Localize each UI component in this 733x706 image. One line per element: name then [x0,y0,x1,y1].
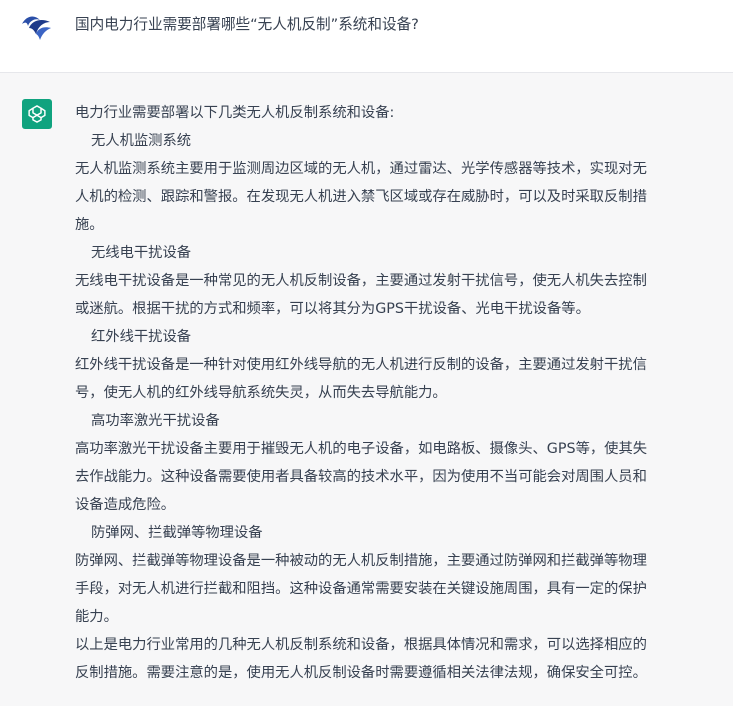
section-line: 施。 [75,217,104,233]
assistant-answer: 电力行业需要部署以下几类无人机反制系统和设备: 无人机监测系统 无人机监测系统主… [75,99,718,687]
answer-intro: 电力行业需要部署以下几类无人机反制系统和设备: [75,105,395,121]
section-line: 无人机监测系统主要用于监测周边区域的无人机，通过雷达、光学传感器等技术，实现对无 [75,161,647,177]
section-line: 红外线干扰设备是一种针对使用红外线导航的无人机进行反制的设备，主要通过发射干扰信 [75,357,647,373]
section-heading: 无线电干扰设备 [91,245,192,261]
section-line: 防弹网、拦截弹等物理设备是一种被动的无人机反制措施，主要通过防弹网和拦截弹等物理 [75,553,647,569]
section-line: 人机的检测、跟踪和警报。在发现无人机进入禁飞区域或存在威胁时，可以及时采取反制措 [75,189,647,205]
conclusion-line: 反制措施。需要注意的是，使用无人机反制设备时需要遵循相关法律法规，确保安全可控。 [75,665,647,681]
section-heading: 红外线干扰设备 [91,329,192,345]
section-heading: 无人机监测系统 [91,133,192,149]
assistant-message-row: 电力行业需要部署以下几类无人机反制系统和设备: 无人机监测系统 无人机监测系统主… [0,73,733,706]
chat-window: 国内电力行业需要部署哪些“无人机反制”系统和设备? 电力行业需要部署以下几类无人… [0,0,733,706]
user-message-row: 国内电力行业需要部署哪些“无人机反制”系统和设备? [0,0,733,73]
section-heading: 防弹网、拦截弹等物理设备 [91,525,263,541]
section-line: 号，使无人机的红外线导航系统失灵，从而失去导航能力。 [75,385,447,401]
section-line: 设备造成危险。 [75,497,176,513]
conclusion-line: 以上是电力行业常用的几种无人机反制系统和设备，根据具体情况和需求，可以选择相应的 [75,637,647,653]
section-line: 无线电干扰设备是一种常见的无人机反制设备，主要通过发射干扰信号，使无人机失去控制 [75,273,647,289]
section-line: 去作战能力。这种设备需要使用者具备较高的技术水平，因为使用不当可能会对周围人员和 [75,469,647,485]
section-heading: 高功率激光干扰设备 [91,413,220,429]
section-line: 能力。 [75,609,118,625]
openai-logo-icon [22,99,52,129]
section-line: 手段，对无人机进行拦截和阻挡。这种设备通常需要安装在关键设施周围，具有一定的保护 [75,581,647,597]
bird-logo-icon [20,12,54,42]
user-question: 国内电力行业需要部署哪些“无人机反制”系统和设备? [75,16,419,33]
section-line: 高功率激光干扰设备主要用于摧毁无人机的电子设备，如电路板、摄像头、GPS等，使其… [75,441,648,457]
section-line: 或迷航。根据干扰的方式和频率，可以将其分为GPS干扰设备、光电干扰设备等。 [75,301,590,317]
